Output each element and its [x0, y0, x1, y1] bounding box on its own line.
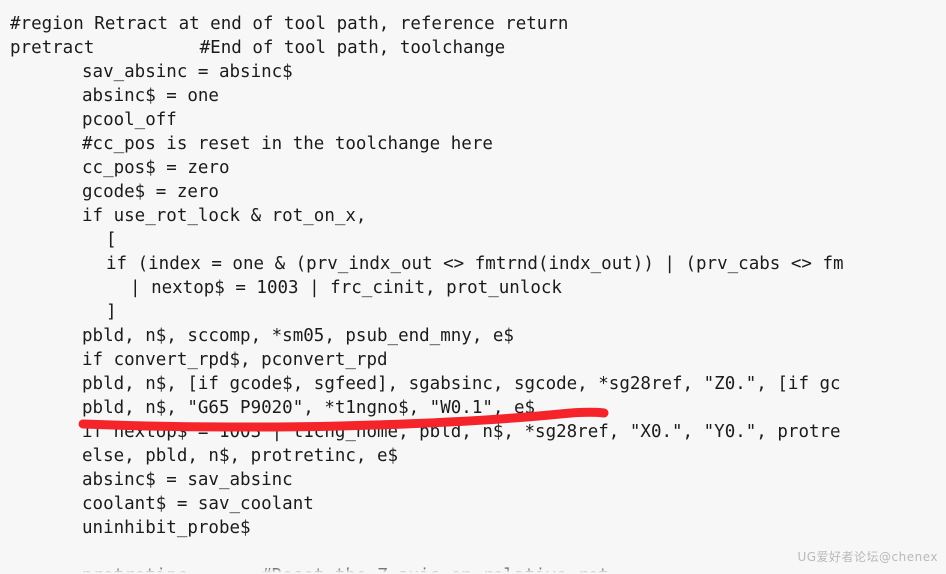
bottom-clip-fade [0, 566, 946, 574]
code-line[interactable]: #region Retract at end of tool path, ref… [10, 12, 568, 36]
code-line[interactable]: pbld, n$, "G65 P9020", *t1ngno$, "W0.1",… [82, 396, 535, 420]
code-line[interactable]: cc_pos$ = zero [82, 156, 230, 180]
code-line[interactable]: #cc_pos is reset in the toolchange here [82, 132, 493, 156]
code-text-area[interactable]: #region Retract at end of tool path, ref… [0, 0, 946, 574]
code-line[interactable]: pbld, n$, [if gcode$, sgfeed], sgabsinc,… [82, 372, 841, 396]
code-line[interactable]: [ [106, 228, 117, 252]
code-line[interactable]: pcool_off [82, 108, 177, 132]
code-line[interactable]: ] [106, 300, 117, 324]
code-line[interactable]: coolant$ = sav_coolant [82, 492, 314, 516]
code-line[interactable]: pbld, n$, sccomp, *sm05, psub_end_mny, e… [82, 324, 514, 348]
code-line[interactable]: if nextop$ = 1003 | t1chg_home, pbld, n$… [82, 420, 841, 444]
code-line[interactable]: if use_rot_lock & rot_on_x, [82, 204, 366, 228]
code-line[interactable]: if convert_rpd$, pconvert_rpd [82, 348, 388, 372]
code-line[interactable]: else, pbld, n$, protretinc, e$ [82, 444, 398, 468]
code-line[interactable]: if (index = one & (prv_indx_out <> fmtrn… [106, 252, 844, 276]
code-line[interactable]: pretract #End of tool path, toolchange [10, 36, 505, 60]
code-line[interactable]: | nextop$ = 1003 | frc_cinit, prot_unloc… [130, 276, 562, 300]
code-line[interactable]: uninhibit_probe$ [82, 516, 251, 540]
code-line[interactable]: absinc$ = one [82, 84, 219, 108]
code-editor-screenshot: #region Retract at end of tool path, ref… [0, 0, 946, 574]
code-line[interactable]: absinc$ = sav_absinc [82, 468, 293, 492]
forum-watermark: UG爱好者论坛@chenex [797, 550, 938, 564]
code-line[interactable]: gcode$ = zero [82, 180, 219, 204]
code-line[interactable]: sav_absinc = absinc$ [82, 60, 293, 84]
